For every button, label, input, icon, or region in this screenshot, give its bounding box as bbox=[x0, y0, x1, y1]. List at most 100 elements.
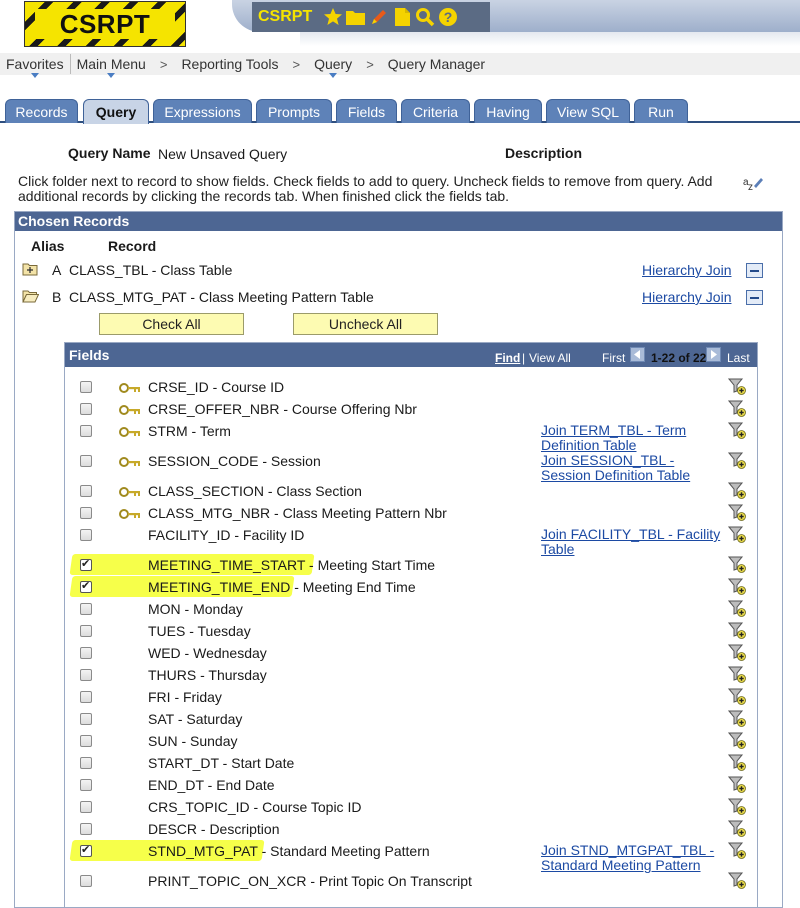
field-checkbox[interactable] bbox=[80, 779, 92, 791]
field-name: PRINT_TOPIC_ON_XCR - Print Topic On Tran… bbox=[148, 873, 472, 889]
dropdown-arrow-icon bbox=[107, 73, 116, 78]
field-checkbox[interactable] bbox=[80, 455, 92, 467]
field-checkbox[interactable] bbox=[80, 381, 92, 393]
field-row: CLASS_MTG_NBR - Class Meeting Pattern Nb… bbox=[65, 503, 757, 527]
add-criteria-funnel-icon[interactable] bbox=[727, 797, 746, 818]
field-checkbox[interactable] bbox=[80, 713, 92, 725]
star-icon[interactable] bbox=[322, 7, 343, 28]
field-checkbox[interactable] bbox=[80, 507, 92, 519]
previous-page-button[interactable] bbox=[630, 347, 645, 362]
field-name: FACILITY_ID - Facility ID bbox=[148, 527, 305, 543]
join-record-link[interactable]: Join TERM_TBL - Term Definition Table bbox=[541, 423, 725, 453]
breadcrumb-favorites[interactable]: Favorites bbox=[0, 53, 70, 78]
folder-expand-icon[interactable] bbox=[22, 262, 38, 279]
field-checkbox[interactable] bbox=[80, 843, 92, 857]
hierarchy-join-link[interactable]: Hierarchy Join bbox=[642, 262, 731, 278]
field-checkbox[interactable] bbox=[80, 579, 92, 593]
add-criteria-funnel-icon[interactable] bbox=[727, 643, 746, 664]
view-all-link[interactable]: View All bbox=[529, 351, 571, 365]
fields-grid: Fields Find | View All First 1-22 of 22 … bbox=[64, 342, 758, 908]
field-checkbox[interactable] bbox=[80, 625, 92, 637]
tab-prompts[interactable]: Prompts bbox=[256, 99, 332, 123]
add-criteria-funnel-icon[interactable] bbox=[727, 481, 746, 502]
add-criteria-funnel-icon[interactable] bbox=[727, 399, 746, 420]
breadcrumb-separator: > bbox=[292, 56, 301, 72]
next-page-button[interactable] bbox=[706, 347, 721, 362]
add-criteria-funnel-icon[interactable] bbox=[727, 753, 746, 774]
spell-check-icon[interactable]: a z bbox=[742, 174, 764, 195]
add-criteria-funnel-icon[interactable] bbox=[727, 577, 746, 598]
tab-fields[interactable]: Fields bbox=[336, 99, 397, 123]
add-criteria-funnel-icon[interactable] bbox=[727, 599, 746, 620]
add-criteria-funnel-icon[interactable] bbox=[727, 687, 746, 708]
field-checkbox[interactable] bbox=[80, 647, 92, 659]
remove-record-button[interactable] bbox=[746, 263, 763, 278]
field-row: STND_MTG_PAT - Standard Meeting Pattern J… bbox=[65, 840, 757, 873]
add-criteria-funnel-icon[interactable] bbox=[727, 775, 746, 796]
check-all-button[interactable]: Check All bbox=[99, 313, 244, 335]
folder-open-icon[interactable] bbox=[22, 289, 40, 306]
field-checkbox[interactable] bbox=[80, 485, 92, 497]
toolbar: CSRPT ? bbox=[252, 2, 490, 32]
add-criteria-funnel-icon[interactable] bbox=[727, 665, 746, 686]
breadcrumb-reporting-tools[interactable]: Reporting Tools bbox=[175, 53, 284, 75]
field-name: CRS_TOPIC_ID - Course Topic ID bbox=[148, 799, 362, 815]
hierarchy-join-link[interactable]: Hierarchy Join bbox=[642, 289, 731, 305]
field-checkbox[interactable] bbox=[80, 425, 92, 437]
tab-run[interactable]: Run bbox=[634, 99, 688, 123]
instructions-text: Click folder next to record to show fiel… bbox=[18, 173, 713, 204]
add-criteria-funnel-icon[interactable] bbox=[727, 421, 746, 442]
join-record-link[interactable]: Join FACILITY_TBL - Facility Table bbox=[541, 527, 725, 557]
field-checkbox[interactable] bbox=[80, 403, 92, 415]
remove-record-button[interactable] bbox=[746, 290, 763, 305]
search-icon[interactable] bbox=[414, 7, 435, 28]
add-criteria-funnel-icon[interactable] bbox=[727, 377, 746, 398]
tab-view-sql[interactable]: View SQL bbox=[546, 99, 630, 123]
last-link[interactable]: Last bbox=[727, 351, 750, 365]
first-link[interactable]: First bbox=[602, 351, 625, 365]
folder-icon[interactable] bbox=[345, 7, 366, 28]
key-icon bbox=[119, 425, 141, 441]
field-name: SESSION_CODE - Session bbox=[148, 453, 321, 469]
pencil-icon[interactable] bbox=[368, 7, 389, 28]
field-checkbox[interactable] bbox=[80, 529, 92, 541]
field-row: PRINT_TOPIC_ON_XCR - Print Topic On Tran… bbox=[65, 871, 757, 895]
add-criteria-funnel-icon[interactable] bbox=[727, 621, 746, 642]
uncheck-all-button[interactable]: Uncheck All bbox=[293, 313, 438, 335]
page-range: 1-22 of 22 bbox=[651, 351, 707, 365]
add-criteria-funnel-icon[interactable] bbox=[727, 819, 746, 840]
field-checkbox[interactable] bbox=[80, 557, 92, 571]
join-record-link[interactable]: Join SESSION_TBL - Session Definition Ta… bbox=[541, 453, 725, 483]
tab-records[interactable]: Records bbox=[5, 99, 78, 123]
add-criteria-funnel-icon[interactable] bbox=[727, 451, 746, 472]
join-record-link[interactable]: Join STND_MTGPAT_TBL - Standard Meeting … bbox=[541, 843, 725, 873]
field-checkbox[interactable] bbox=[80, 735, 92, 747]
help-icon[interactable]: ? bbox=[437, 7, 458, 28]
field-checkbox[interactable] bbox=[80, 669, 92, 681]
add-criteria-funnel-icon[interactable] bbox=[727, 525, 746, 546]
add-criteria-funnel-icon[interactable] bbox=[727, 709, 746, 730]
document-icon[interactable] bbox=[391, 7, 412, 28]
breadcrumb-separator: > bbox=[159, 56, 168, 72]
field-checkbox[interactable] bbox=[80, 823, 92, 835]
field-checkbox[interactable] bbox=[80, 757, 92, 769]
add-criteria-funnel-icon[interactable] bbox=[727, 503, 746, 524]
tab-expressions[interactable]: Expressions bbox=[153, 99, 252, 123]
add-criteria-funnel-icon[interactable] bbox=[727, 841, 746, 862]
tab-criteria[interactable]: Criteria bbox=[401, 99, 470, 123]
field-checkbox[interactable] bbox=[80, 801, 92, 813]
find-link[interactable]: Find bbox=[495, 351, 520, 365]
add-criteria-funnel-icon[interactable] bbox=[727, 871, 746, 892]
field-row: TUES - Tuesday bbox=[65, 621, 757, 645]
tab-having[interactable]: Having bbox=[474, 99, 542, 123]
tab-query[interactable]: Query bbox=[83, 99, 149, 124]
add-criteria-funnel-icon[interactable] bbox=[727, 555, 746, 576]
breadcrumb-query[interactable]: Query bbox=[308, 53, 358, 78]
field-checkbox[interactable] bbox=[80, 603, 92, 615]
field-name: END_DT - End Date bbox=[148, 777, 275, 793]
field-checkbox[interactable] bbox=[80, 691, 92, 703]
field-checkbox[interactable] bbox=[80, 875, 92, 887]
chosen-records-title: Chosen Records bbox=[15, 212, 782, 231]
add-criteria-funnel-icon[interactable] bbox=[727, 731, 746, 752]
breadcrumb-main-menu[interactable]: Main Menu bbox=[71, 53, 152, 78]
